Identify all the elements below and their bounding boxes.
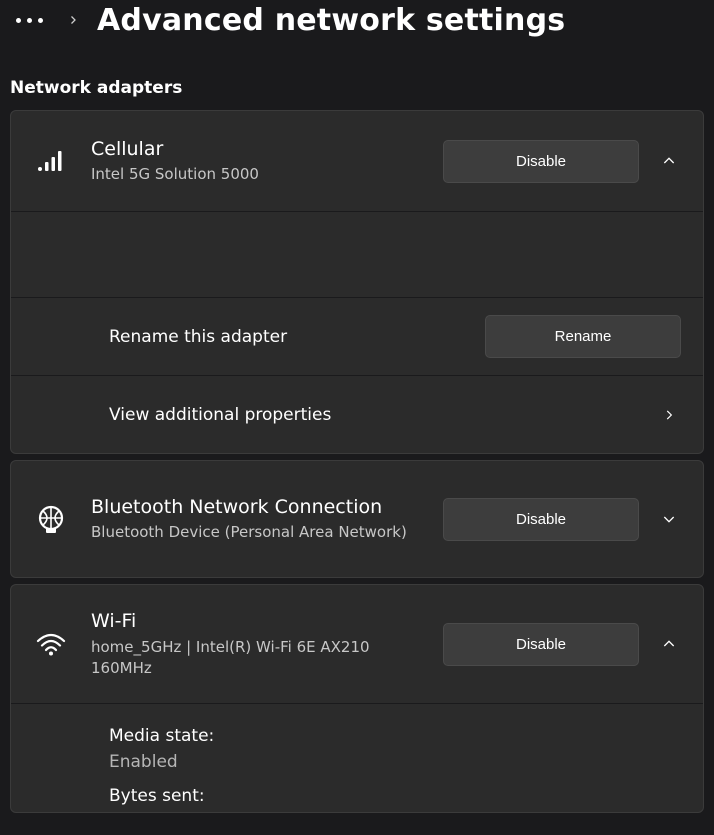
wifi-detail-block: Media state: Enabled Bytes sent: xyxy=(11,703,703,806)
media-state-value: Enabled xyxy=(109,752,681,772)
view-properties-label: View additional properties xyxy=(109,405,639,425)
adapter-header-wifi[interactable]: Wi-Fi home_5GHz | Intel(R) Wi-Fi 6E AX21… xyxy=(11,585,703,703)
chevron-up-icon[interactable] xyxy=(657,632,681,656)
rename-button[interactable]: Rename xyxy=(485,315,681,358)
section-label: Network adapters xyxy=(0,48,714,110)
adapter-card-cellular: Cellular Intel 5G Solution 5000 Disable … xyxy=(10,110,704,454)
rename-row: Rename this adapter Rename xyxy=(11,297,703,375)
bluetooth-network-icon xyxy=(35,504,67,534)
rename-label: Rename this adapter xyxy=(109,327,467,347)
disable-button[interactable]: Disable xyxy=(443,623,639,666)
view-properties-row[interactable]: View additional properties xyxy=(11,375,703,453)
adapter-detail-empty xyxy=(11,211,703,297)
chevron-down-icon[interactable] xyxy=(657,507,681,531)
cellular-signal-icon xyxy=(35,150,67,172)
chevron-right-icon xyxy=(657,403,681,427)
chevron-right-icon xyxy=(67,14,79,26)
adapter-card-wifi: Wi-Fi home_5GHz | Intel(R) Wi-Fi 6E AX21… xyxy=(10,584,704,813)
adapter-header-bluetooth[interactable]: Bluetooth Network Connection Bluetooth D… xyxy=(11,461,703,577)
adapter-device: Bluetooth Device (Personal Area Network) xyxy=(91,522,419,543)
adapter-device: home_5GHz | Intel(R) Wi-Fi 6E AX210 160M… xyxy=(91,637,419,679)
more-icon[interactable] xyxy=(10,12,49,29)
adapter-card-bluetooth: Bluetooth Network Connection Bluetooth D… xyxy=(10,460,704,578)
disable-button[interactable]: Disable xyxy=(443,498,639,541)
wifi-icon xyxy=(35,632,67,656)
adapter-name: Cellular xyxy=(91,137,419,163)
adapter-header-cellular[interactable]: Cellular Intel 5G Solution 5000 Disable xyxy=(11,111,703,211)
adapter-device: Intel 5G Solution 5000 xyxy=(91,164,419,185)
media-state-label: Media state: xyxy=(109,726,681,746)
adapter-list: Cellular Intel 5G Solution 5000 Disable … xyxy=(0,110,714,813)
bytes-sent-label: Bytes sent: xyxy=(109,786,681,806)
chevron-up-icon[interactable] xyxy=(657,149,681,173)
disable-button[interactable]: Disable xyxy=(443,140,639,183)
breadcrumb-header: Advanced network settings xyxy=(0,0,714,48)
adapter-name: Wi-Fi xyxy=(91,609,419,635)
adapter-name: Bluetooth Network Connection xyxy=(91,495,419,521)
page-title: Advanced network settings xyxy=(97,3,565,38)
